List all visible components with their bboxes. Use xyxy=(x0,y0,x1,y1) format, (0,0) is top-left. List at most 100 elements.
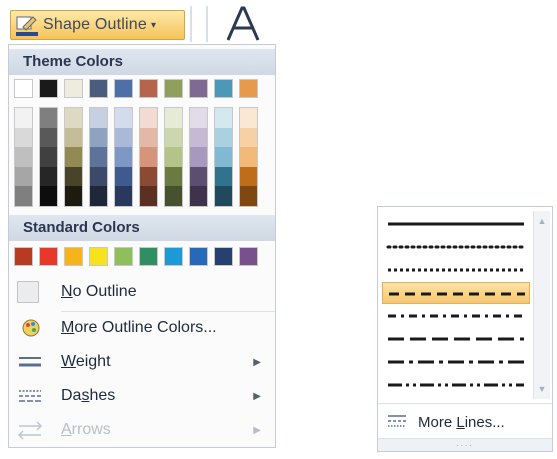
standard-color-swatch[interactable] xyxy=(214,247,233,266)
theme-color-swatch[interactable] xyxy=(114,79,133,98)
theme-shade-swatch[interactable] xyxy=(140,186,157,206)
scroll-up-icon[interactable]: ▲ xyxy=(534,213,550,229)
standard-color-swatch[interactable] xyxy=(164,247,183,266)
theme-shade-swatch[interactable] xyxy=(215,127,232,148)
theme-shade-swatch[interactable] xyxy=(215,166,232,187)
theme-shade-swatch[interactable] xyxy=(90,108,107,128)
theme-shade-swatch[interactable] xyxy=(165,186,182,206)
theme-shade-swatch[interactable] xyxy=(240,166,257,187)
theme-shade-swatch[interactable] xyxy=(40,166,57,187)
theme-shade-swatch[interactable] xyxy=(115,127,132,148)
resize-grip[interactable]: .... xyxy=(378,438,552,451)
theme-shade-swatch[interactable] xyxy=(140,108,157,128)
no-outline-icon xyxy=(9,275,61,309)
theme-color-swatch[interactable] xyxy=(164,79,183,98)
theme-shade-swatch[interactable] xyxy=(165,147,182,167)
theme-shade-swatch[interactable] xyxy=(40,186,57,206)
theme-shade-swatch[interactable] xyxy=(90,186,107,206)
submenu-arrow-icon: ▶ xyxy=(253,356,261,368)
dashes-item[interactable]: Dashes ▶ xyxy=(9,379,275,413)
theme-shade-swatch[interactable] xyxy=(65,147,82,167)
scroll-down-icon[interactable]: ▼ xyxy=(534,381,550,397)
theme-shade-swatch[interactable] xyxy=(115,108,132,128)
weight-item[interactable]: Weight ▶ xyxy=(9,345,275,379)
theme-shade-swatch[interactable] xyxy=(215,147,232,167)
theme-shade-swatch[interactable] xyxy=(65,108,82,128)
no-outline-label: No Outline xyxy=(61,283,137,300)
dash-style-long-dash[interactable] xyxy=(382,328,530,350)
theme-shade-swatch[interactable] xyxy=(190,186,207,206)
theme-shade-swatch[interactable] xyxy=(190,147,207,167)
theme-shade-swatch[interactable] xyxy=(215,108,232,128)
theme-color-swatch[interactable] xyxy=(64,79,83,98)
dash-style-solid[interactable] xyxy=(382,213,530,235)
more-outline-colors-item[interactable]: More Outline Colors... xyxy=(9,311,275,345)
theme-colors-base-row xyxy=(14,79,258,98)
standard-color-swatch[interactable] xyxy=(14,247,33,266)
theme-color-swatch[interactable] xyxy=(89,79,108,98)
theme-shade-swatch[interactable] xyxy=(240,127,257,148)
theme-shade-swatch[interactable] xyxy=(115,147,132,167)
dash-style-dash[interactable] xyxy=(382,282,530,304)
theme-shade-swatch[interactable] xyxy=(190,108,207,128)
dash-style-round-dot[interactable] xyxy=(382,236,530,258)
theme-color-swatch[interactable] xyxy=(239,79,258,98)
more-lines-item[interactable]: More Lines... xyxy=(378,403,552,440)
theme-color-swatch[interactable] xyxy=(189,79,208,98)
theme-shade-swatch[interactable] xyxy=(165,166,182,187)
text-outline-icon[interactable] xyxy=(220,4,266,46)
standard-color-swatch[interactable] xyxy=(239,247,258,266)
pencil-outline-icon xyxy=(15,13,39,37)
no-outline-item[interactable]: No Outline xyxy=(9,275,275,309)
standard-color-swatch[interactable] xyxy=(189,247,208,266)
theme-shade-swatch[interactable] xyxy=(15,147,32,167)
standard-color-swatch[interactable] xyxy=(114,247,133,266)
theme-color-swatch[interactable] xyxy=(39,79,58,98)
theme-shade-swatch[interactable] xyxy=(65,127,82,148)
shape-outline-button[interactable]: Shape Outline ▾ xyxy=(10,10,185,40)
theme-shade-swatch[interactable] xyxy=(140,147,157,167)
theme-shade-swatch[interactable] xyxy=(190,127,207,148)
theme-shade-swatch[interactable] xyxy=(165,127,182,148)
dash-style-long-dash-dot-dot[interactable] xyxy=(382,374,530,396)
theme-shade-swatch[interactable] xyxy=(140,127,157,148)
theme-shade-swatch[interactable] xyxy=(215,186,232,206)
theme-shade-swatch[interactable] xyxy=(15,108,32,128)
arrows-item[interactable]: Arrows ▶ xyxy=(9,413,275,447)
theme-shade-swatch[interactable] xyxy=(240,147,257,167)
theme-shade-swatch[interactable] xyxy=(65,166,82,187)
theme-color-swatch[interactable] xyxy=(139,79,158,98)
theme-shade-swatch[interactable] xyxy=(15,127,32,148)
theme-shade-swatch[interactable] xyxy=(115,166,132,187)
theme-shade-swatch[interactable] xyxy=(40,127,57,148)
gallery-scrollbar[interactable]: ▲ ▼ xyxy=(533,211,550,399)
theme-shade-swatch[interactable] xyxy=(165,108,182,128)
standard-color-swatch[interactable] xyxy=(39,247,58,266)
theme-shade-swatch[interactable] xyxy=(190,166,207,187)
dashes-gallery: ▲ ▼ More Lines... .... xyxy=(377,206,553,452)
more-outline-colors-label: More Outline Colors... xyxy=(61,319,217,336)
theme-color-swatch[interactable] xyxy=(14,79,33,98)
dash-style-long-dash-dot[interactable] xyxy=(382,351,530,373)
theme-shade-swatch[interactable] xyxy=(15,186,32,206)
theme-shade-swatch[interactable] xyxy=(240,186,257,206)
theme-shade-swatch[interactable] xyxy=(115,186,132,206)
standard-color-swatch[interactable] xyxy=(139,247,158,266)
theme-shade-swatch[interactable] xyxy=(40,108,57,128)
dashes-icon xyxy=(9,379,61,413)
theme-shade-swatch[interactable] xyxy=(40,147,57,167)
theme-color-swatch[interactable] xyxy=(214,79,233,98)
dash-style-dash-dot[interactable] xyxy=(382,305,530,327)
weight-label: Weight xyxy=(61,353,111,370)
standard-color-swatch[interactable] xyxy=(64,247,83,266)
theme-shade-swatch[interactable] xyxy=(90,127,107,148)
standard-color-swatch[interactable] xyxy=(89,247,108,266)
theme-shade-swatch[interactable] xyxy=(15,166,32,187)
theme-shade-swatch[interactable] xyxy=(90,166,107,187)
standard-colors-header: Standard Colors xyxy=(9,215,275,241)
theme-shade-swatch[interactable] xyxy=(65,186,82,206)
theme-shade-swatch[interactable] xyxy=(90,147,107,167)
theme-shade-swatch[interactable] xyxy=(140,166,157,187)
dash-style-square-dot[interactable] xyxy=(382,259,530,281)
theme-shade-swatch[interactable] xyxy=(240,108,257,128)
